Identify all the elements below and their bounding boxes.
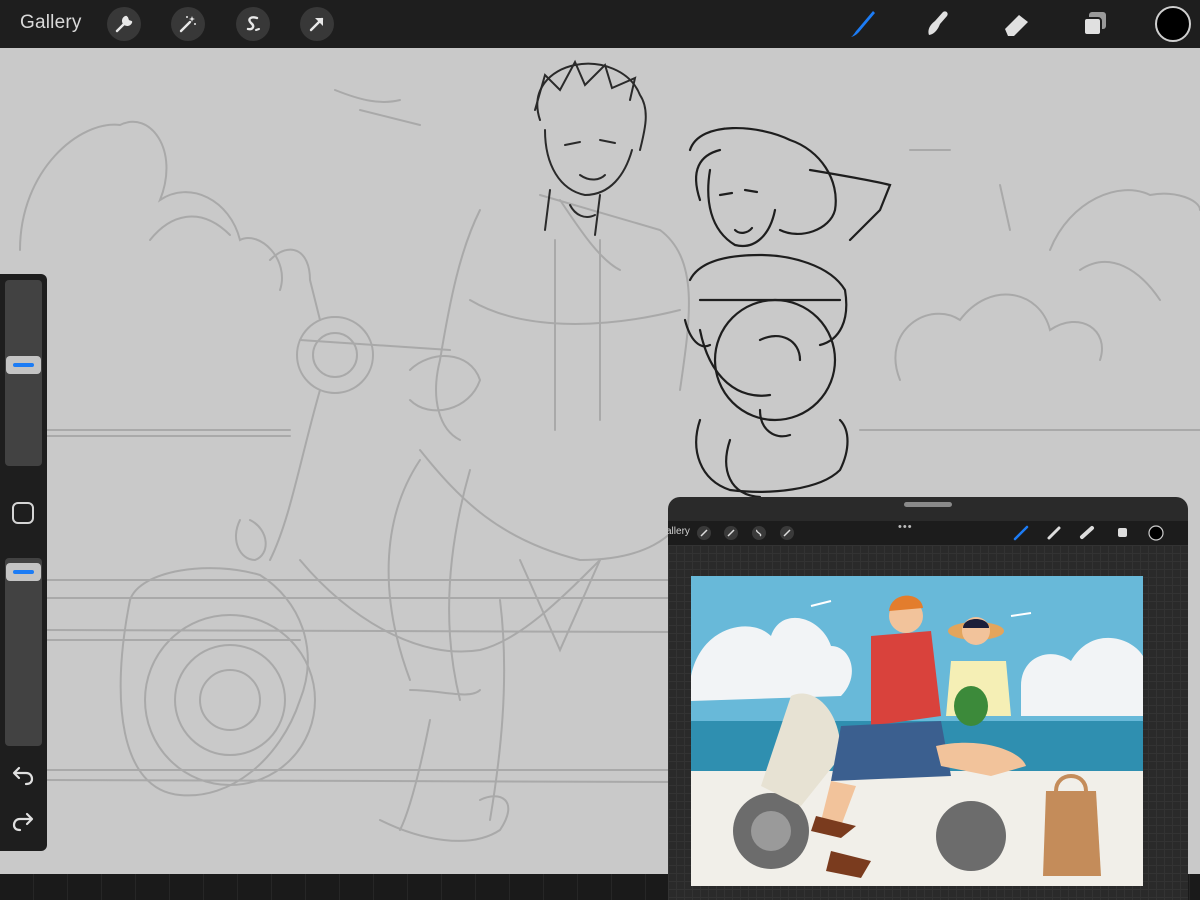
brush-size-handle[interactable] bbox=[6, 355, 41, 374]
selection-s-icon[interactable] bbox=[236, 7, 270, 41]
magic-wand-icon[interactable] bbox=[171, 7, 205, 41]
top-toolbar: Gallery bbox=[0, 0, 1200, 48]
reference-toolbar-icons bbox=[697, 525, 1164, 541]
wrench-icon[interactable] bbox=[107, 7, 141, 41]
transform-arrow-icon[interactable] bbox=[300, 7, 334, 41]
smudge-icon[interactable] bbox=[920, 6, 956, 42]
brush-icon[interactable] bbox=[844, 6, 880, 42]
gallery-button[interactable]: Gallery bbox=[20, 12, 82, 34]
brush-size-slider[interactable] bbox=[5, 280, 42, 466]
eraser-icon[interactable] bbox=[998, 6, 1034, 42]
opacity-slider[interactable] bbox=[5, 558, 42, 746]
left-sidebar bbox=[0, 274, 47, 851]
reference-toolbar: allery ••• bbox=[668, 521, 1188, 545]
reference-image bbox=[691, 576, 1143, 886]
reference-body bbox=[668, 545, 1188, 900]
opacity-handle[interactable] bbox=[6, 563, 41, 582]
reference-artwork bbox=[691, 576, 1143, 886]
modify-square-icon[interactable] bbox=[12, 502, 34, 524]
reference-window-grabber[interactable] bbox=[904, 502, 952, 507]
color-picker-swatch[interactable] bbox=[1155, 6, 1191, 42]
reference-window[interactable]: allery ••• bbox=[668, 497, 1188, 900]
layers-icon[interactable] bbox=[1077, 6, 1113, 42]
redo-icon[interactable] bbox=[10, 808, 36, 834]
undo-icon[interactable] bbox=[10, 762, 36, 788]
